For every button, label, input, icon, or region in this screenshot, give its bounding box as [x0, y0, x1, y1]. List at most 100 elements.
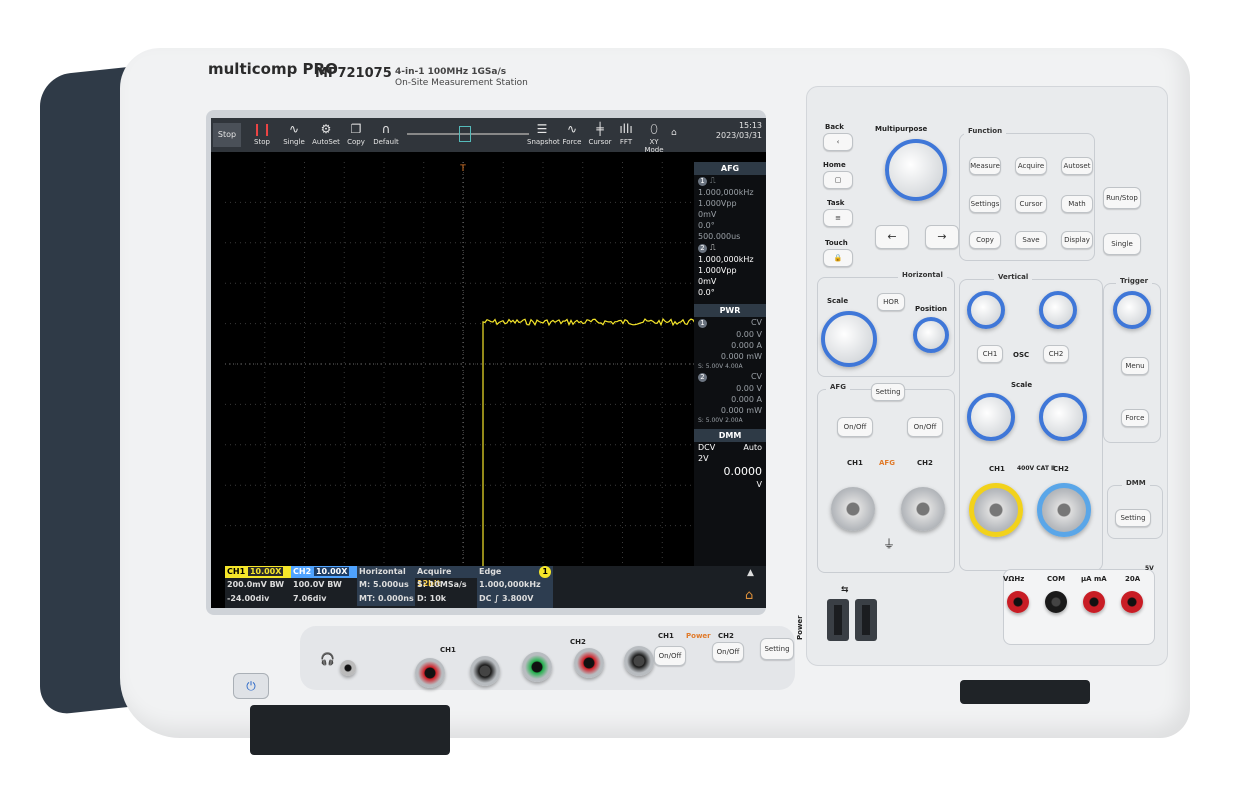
power-setting-button[interactable]: Setting — [760, 638, 794, 660]
display-button[interactable]: Display — [1061, 231, 1093, 249]
acquire-button[interactable]: Acquire — [1015, 157, 1047, 175]
dmm-v-jack[interactable] — [1007, 591, 1029, 613]
acquire-status[interactable]: Acquire 12bit S: 10MSa/s D: 10k — [415, 566, 477, 608]
v-scale-label: Scale — [1011, 381, 1033, 389]
snapshot-button[interactable]: ☰ Snapshot — [527, 120, 560, 150]
math-button[interactable]: Math — [1061, 195, 1093, 213]
afg-ch1-output[interactable] — [831, 487, 875, 531]
trigger-menu-button[interactable]: Menu — [1121, 357, 1149, 375]
back-button[interactable]: ‹ — [823, 133, 853, 151]
ellipse-icon: ⬯ — [650, 122, 658, 136]
ch2-status[interactable]: CH2 10.00X 100.0V BW 7.06div — [291, 566, 357, 608]
afg-ch2-output[interactable] — [901, 487, 945, 531]
pwr-panel-title[interactable]: PWR — [694, 304, 766, 317]
single-button[interactable]: ∿ Single — [279, 120, 309, 150]
hor-button[interactable]: HOR — [877, 293, 905, 311]
ch1-bnc-input[interactable] — [969, 483, 1023, 537]
afg-ch2-on-off-button[interactable]: On/Off — [907, 417, 943, 437]
power-ch1-positive-terminal[interactable] — [415, 658, 445, 688]
touch-lock-button[interactable]: 🔒 — [823, 249, 853, 267]
pause-icon: ❙❙ — [251, 122, 273, 136]
trigger-position-marker[interactable]: T — [459, 164, 466, 174]
horizontal-position-knob[interactable] — [913, 317, 949, 353]
left-arrow-button[interactable]: ← — [875, 225, 909, 249]
usb-port-1[interactable] — [827, 599, 849, 641]
ch1-scale-knob[interactable] — [967, 393, 1015, 441]
home-button[interactable]: ▢ — [823, 171, 853, 189]
ch1-status[interactable]: CH1 10.00X 200.0mV BW -24.00div — [225, 566, 291, 608]
horizontal-title: Horizontal — [898, 271, 947, 279]
front-ch1-label: CH1 — [440, 646, 456, 654]
copy-key[interactable]: Copy — [969, 231, 1001, 249]
power-button[interactable]: ⏻ — [233, 673, 269, 699]
afg-setting-button[interactable]: Setting — [871, 383, 905, 401]
pwr-ch1-current: 0.000 A — [731, 341, 762, 350]
home-icon[interactable]: ⌂ — [745, 588, 753, 603]
multipurpose-knob[interactable] — [885, 139, 947, 201]
dmm-ma-jack[interactable] — [1083, 591, 1105, 613]
dmm-jack-com-label: COM — [1047, 575, 1066, 583]
audio-jack[interactable] — [340, 660, 356, 676]
power-ch1-on-off-button[interactable]: On/Off — [654, 646, 686, 666]
waveform-grid[interactable]: T — [225, 162, 702, 566]
stop-button[interactable]: ❙❙ Stop — [247, 120, 277, 150]
ch2-position-knob[interactable] — [1039, 291, 1077, 329]
ch1-position-knob[interactable] — [967, 291, 1005, 329]
oscilloscope-device: multicomp PRO MP721075 4-in-1 100MHz 1GS… — [0, 0, 1233, 810]
power-ch2-positive-terminal[interactable] — [574, 648, 604, 678]
cursor-key[interactable]: Cursor — [1015, 195, 1047, 213]
trigger-force-button[interactable]: Force — [1121, 409, 1149, 427]
default-button[interactable]: ∩ Default — [371, 120, 401, 150]
afg-ch1-amplitude: 1.000Vpp — [698, 199, 737, 208]
lock-icon[interactable]: ⌂ — [671, 128, 677, 138]
right-arrow-button[interactable]: → — [925, 225, 959, 249]
horizontal-scale-knob[interactable] — [821, 311, 877, 367]
ch2-bw: BW — [327, 580, 342, 589]
position-marker-icon[interactable] — [459, 126, 471, 142]
measure-button[interactable]: Measure — [969, 157, 1001, 175]
dmm-mode[interactable]: DCV — [698, 443, 715, 452]
ch1-label: CH1 — [227, 567, 246, 576]
save-button[interactable]: Save — [1015, 231, 1047, 249]
date-text: 2023/03/31 — [715, 131, 762, 140]
afg-ch1-on-off-button[interactable]: On/Off — [837, 417, 873, 437]
autoset-button[interactable]: ⚙ AutoSet — [311, 120, 341, 150]
dmm-panel-title[interactable]: DMM — [694, 429, 766, 442]
power-ch1-negative-terminal[interactable] — [470, 656, 500, 686]
power-ch2-on-off-button[interactable]: On/Off — [712, 642, 744, 662]
trigger-status[interactable]: Edge 1 1.000,000kHz DC ∫ 3.800V — [477, 566, 553, 608]
dmm-20a-jack[interactable] — [1121, 591, 1143, 613]
power-ground-terminal[interactable] — [522, 652, 552, 682]
front-ch2-label: CH2 — [570, 638, 586, 646]
settings-button[interactable]: Settings — [969, 195, 1001, 213]
osc-ch1-button[interactable]: CH1 — [977, 345, 1003, 363]
osc-ch2-button[interactable]: CH2 — [1043, 345, 1069, 363]
ch2-bnc-input[interactable] — [1037, 483, 1091, 537]
dmm-range-mode[interactable]: Auto — [743, 443, 762, 452]
fft-button[interactable]: ıllı FFT — [611, 120, 641, 150]
run-status[interactable]: Stop — [213, 123, 241, 147]
autoset-key[interactable]: Autoset — [1061, 157, 1093, 175]
run-stop-button[interactable]: Run/Stop — [1103, 187, 1141, 209]
horizontal-status[interactable]: Horizontal M: 5.000us MT: 0.000ns — [357, 566, 415, 608]
trigger-title: Trigger — [1116, 277, 1153, 285]
back-label: Back — [825, 123, 844, 131]
trigger-level-knob[interactable] — [1113, 291, 1151, 329]
power-ch2-negative-terminal[interactable] — [624, 646, 654, 676]
ch1-scale: 200.0mV — [227, 580, 267, 589]
ch2-scale: 100.0V — [293, 580, 325, 589]
copy-button[interactable]: ❐ Copy — [341, 120, 371, 150]
afg-panel-title[interactable]: AFG — [694, 162, 766, 175]
xy-mode-button[interactable]: ⬯ XY Mode — [639, 120, 669, 154]
dmm-setting-button[interactable]: Setting — [1115, 509, 1151, 527]
task-button[interactable]: ≡ — [823, 209, 853, 227]
usb-port-2[interactable] — [855, 599, 877, 641]
edge-frequency: 1.000,000kHz — [479, 580, 541, 589]
collapse-up-icon[interactable]: ▲ — [747, 568, 754, 578]
vertical-title: Vertical — [994, 273, 1033, 281]
single-key[interactable]: Single — [1103, 233, 1141, 255]
afg-ch2-phase: 0.0° — [698, 288, 715, 297]
ch2-scale-knob[interactable] — [1039, 393, 1087, 441]
dmm-com-jack[interactable] — [1045, 591, 1067, 613]
force-button[interactable]: ∿ Force — [557, 120, 587, 150]
